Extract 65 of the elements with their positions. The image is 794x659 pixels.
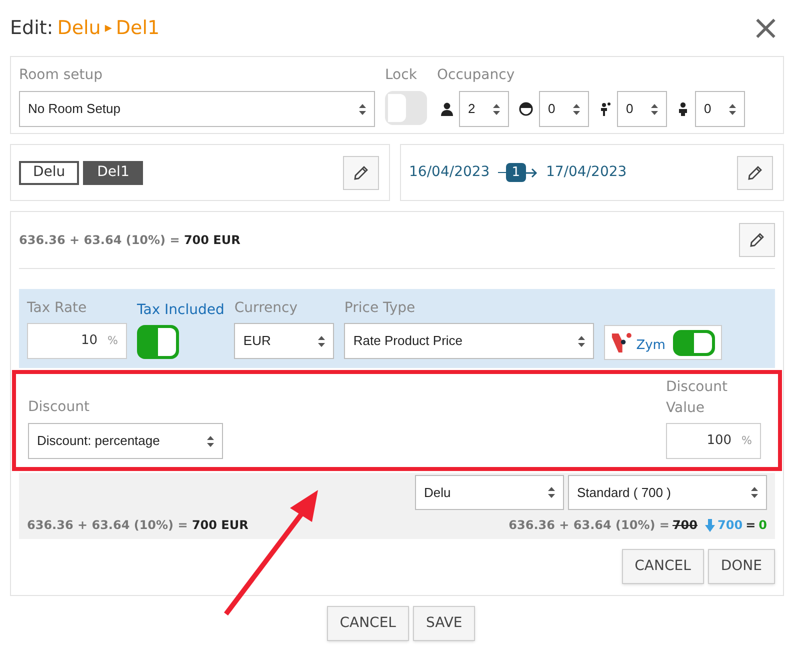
down-arrow-icon: [704, 518, 715, 532]
child-face-icon: [519, 102, 533, 116]
person-icon: [441, 102, 453, 116]
dropdown-arrows-icon: [573, 104, 580, 114]
dropdown-arrows-icon: [359, 104, 366, 114]
field-label: Tax Rate: [27, 299, 88, 318]
discount-type-select[interactable]: Discount: percentage: [28, 423, 223, 459]
room-tag: Delu: [19, 160, 80, 184]
logo-icon: [611, 330, 632, 354]
dropdown-arrows-icon: [493, 104, 500, 114]
baby-icon: [677, 102, 689, 116]
price-summary: 636.36 + 63.64 (10%) = 700 EUR: [19, 232, 240, 249]
price-difference: 0: [758, 517, 767, 534]
occupancy-select[interactable]: 0: [539, 91, 589, 127]
dropdown-arrows-icon: [318, 336, 326, 346]
edit-button[interactable]: [739, 223, 775, 257]
dropdown-arrows-icon: [751, 487, 758, 498]
edit-button[interactable]: [737, 156, 773, 190]
new-price: 700: [718, 517, 743, 534]
zym-toggle[interactable]: [673, 330, 716, 356]
pencil-icon: [353, 164, 369, 180]
zym-label: Zym: [636, 336, 666, 355]
room-setup-select[interactable]: No Room Setup: [19, 91, 375, 127]
field-label: Tax Included: [137, 301, 224, 320]
discount-value-field[interactable]: 100 %: [666, 423, 761, 459]
end-date: 17/04/2023: [546, 163, 627, 182]
price-summary: 636.36 + 63.64 (10%) = 700 EUR: [27, 517, 248, 534]
tax-included-toggle[interactable]: [137, 325, 179, 359]
dropdown-arrows-icon: [729, 104, 736, 114]
field-label: Occupancy: [437, 66, 516, 85]
occupancy-select[interactable]: 0: [695, 91, 745, 127]
room-select[interactable]: Delu: [415, 475, 564, 510]
action-button[interactable]: DONE: [708, 549, 775, 584]
dropdown-arrows-icon: [651, 104, 658, 114]
equals-sign: =: [746, 517, 756, 534]
dropdown-arrows-icon: [207, 436, 214, 446]
action-button[interactable]: SAVE: [412, 606, 476, 641]
field-label: Room setup: [19, 66, 104, 85]
occupancy-select[interactable]: 2: [459, 91, 509, 127]
price-breakdown: 636.36 + 63.64 (10%) =: [508, 517, 670, 534]
tax-rate-field[interactable]: 10 %: [27, 323, 127, 359]
pencil-icon: [747, 164, 763, 180]
close-button[interactable]: ×: [752, 11, 780, 45]
rate-select[interactable]: Standard ( 700 ): [568, 475, 767, 510]
dropdown-arrows-icon: [548, 487, 555, 498]
action-button[interactable]: CANCEL: [622, 549, 704, 584]
room-tag: Del1: [83, 160, 144, 184]
kid-icon: [599, 102, 611, 116]
dropdown-arrows-icon: [578, 336, 586, 346]
price-type-select[interactable]: Rate Product Price: [344, 323, 594, 359]
edit-button[interactable]: [343, 156, 379, 190]
separator-glyph: ▸: [104, 18, 112, 38]
occupancy-select[interactable]: 0: [617, 91, 667, 127]
field-label: Price Type: [344, 299, 416, 318]
start-date: 16/04/2023: [409, 163, 490, 182]
field-label: Lock: [385, 66, 418, 85]
dialog-title: Edit:: [10, 16, 54, 41]
action-button[interactable]: CANCEL: [326, 606, 409, 641]
field-label: Currency: [234, 299, 298, 318]
lock-toggle[interactable]: [385, 91, 427, 125]
currency-select[interactable]: EUR: [234, 323, 334, 359]
old-price: 700: [672, 517, 698, 534]
pencil-icon: [749, 232, 765, 248]
field-label: Discount: [28, 398, 90, 417]
field-label: Discount Value: [666, 378, 728, 418]
